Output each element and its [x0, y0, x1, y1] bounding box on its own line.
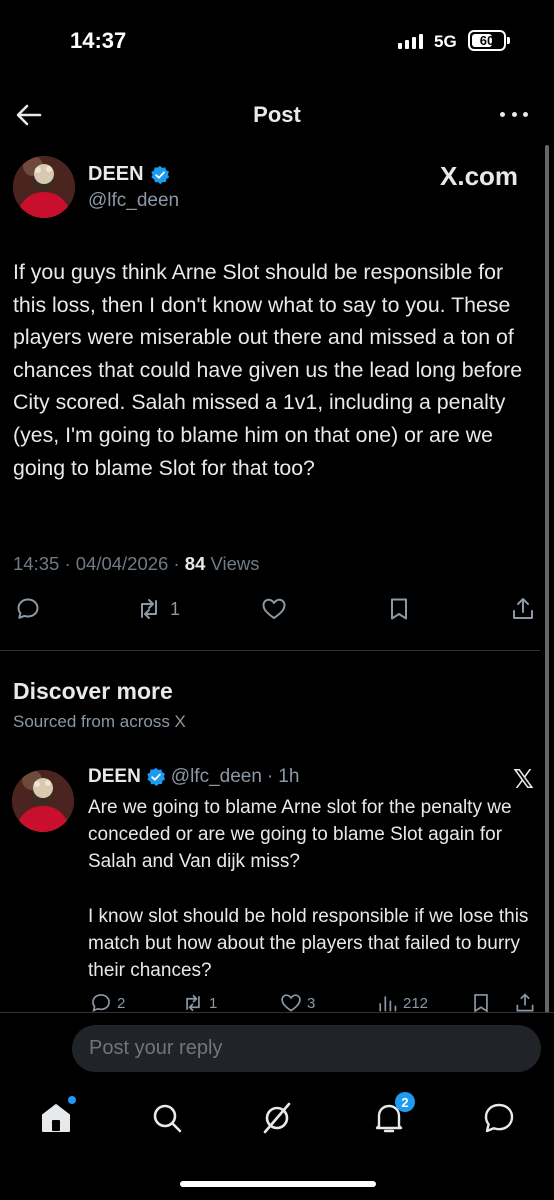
views-count: 84: [184, 553, 206, 574]
notification-badge: 2: [395, 1092, 415, 1112]
battery-icon: 60: [468, 30, 506, 51]
scrollbar[interactable]: [545, 145, 549, 1015]
like-button[interactable]: 3: [280, 992, 315, 1014]
share-button[interactable]: [514, 992, 536, 1014]
author-name[interactable]: DEEN: [88, 766, 141, 788]
nav-home[interactable]: [38, 1096, 76, 1136]
post-date[interactable]: 04/04/2026: [76, 553, 169, 574]
source-label: X.com: [440, 161, 519, 191]
more-dot-icon: [511, 111, 517, 117]
repost-count: 1: [209, 994, 218, 1012]
status-bar: 14:37 5G 60: [0, 0, 554, 80]
bookmark-icon: [474, 994, 488, 1013]
repost-button[interactable]: 1: [182, 992, 217, 1014]
network-label: 5G: [434, 32, 457, 51]
section-subtitle: Sourced from across X: [13, 712, 186, 731]
bookmark-button[interactable]: [470, 992, 492, 1014]
post-text: If you guys think Arne Slot should be re…: [13, 260, 523, 480]
views-count: 212: [403, 994, 429, 1012]
divider: [0, 650, 540, 651]
battery-level: 60: [479, 33, 495, 48]
author-name[interactable]: DEEN: [88, 163, 144, 186]
recommended-post-header[interactable]: DEEN @lfc_deen · 1h: [88, 766, 299, 788]
heart-icon: [262, 598, 286, 619]
home-indicator[interactable]: [180, 1181, 376, 1187]
reply-button[interactable]: [15, 596, 41, 622]
status-time: 14:37: [70, 28, 127, 53]
reply-count: 2: [117, 994, 126, 1012]
bookmark-button[interactable]: [386, 596, 412, 622]
heart-icon: [281, 994, 301, 1012]
repost-icon: [141, 599, 157, 619]
views-label: Views: [210, 553, 260, 574]
signal-icon: [398, 33, 423, 49]
like-count: 3: [307, 994, 316, 1012]
profile-photo: [13, 156, 75, 218]
home-icon: [42, 1104, 70, 1132]
views-button[interactable]: 212: [376, 992, 428, 1014]
author-handle[interactable]: @lfc_deen: [88, 190, 179, 212]
reply-input[interactable]: Post your reply: [72, 1025, 541, 1072]
profile-photo: [12, 770, 74, 832]
nav-messages[interactable]: [481, 1100, 517, 1136]
more-dot-icon: [523, 111, 528, 117]
more-dot-icon: [500, 111, 505, 117]
grok-icon: [263, 1102, 291, 1134]
nav-search[interactable]: [149, 1100, 185, 1136]
share-button[interactable]: [510, 596, 536, 622]
share-icon: [516, 993, 534, 1012]
author-name-row[interactable]: DEEN: [88, 163, 170, 186]
reply-bar: Post your reply: [0, 1012, 554, 1084]
section-title: Discover more: [13, 678, 173, 704]
nav-grok[interactable]: [259, 1100, 295, 1136]
post-actions: 1: [0, 596, 554, 628]
verified-badge-icon: [150, 165, 169, 184]
post-age: 1h: [278, 766, 300, 787]
bookmark-icon: [391, 598, 407, 620]
more-options-button[interactable]: [498, 102, 530, 126]
repost-button[interactable]: 1: [136, 596, 180, 622]
header: Post: [0, 92, 554, 138]
repost-icon: [186, 994, 200, 1012]
reply-icon: [92, 994, 110, 1012]
search-icon: [153, 1104, 182, 1133]
bottom-nav: 2: [0, 1084, 554, 1200]
nav-notifications[interactable]: 2: [371, 1092, 415, 1136]
post-meta: 14:35 · 04/04/2026 · 84 Views: [13, 553, 260, 574]
reply-button[interactable]: 2: [90, 992, 125, 1014]
post-time[interactable]: 14:35: [13, 553, 59, 574]
like-button[interactable]: [261, 596, 287, 622]
chat-icon: [484, 1103, 514, 1133]
avatar[interactable]: [13, 156, 75, 218]
repost-count: 1: [170, 598, 181, 619]
unread-dot: [68, 1096, 76, 1104]
recommended-post-text[interactable]: Are we going to blame Arne slot for the …: [88, 794, 543, 984]
battery-cap: [507, 37, 510, 44]
author-handle[interactable]: @lfc_deen: [171, 766, 262, 788]
verified-badge-icon: [147, 767, 165, 787]
reply-icon: [17, 598, 39, 619]
bar-chart-icon: [379, 996, 397, 1012]
x-logo-icon: 𝕏: [513, 764, 534, 794]
page-title: Post: [253, 102, 301, 127]
share-icon: [513, 598, 533, 619]
avatar[interactable]: [12, 770, 74, 832]
